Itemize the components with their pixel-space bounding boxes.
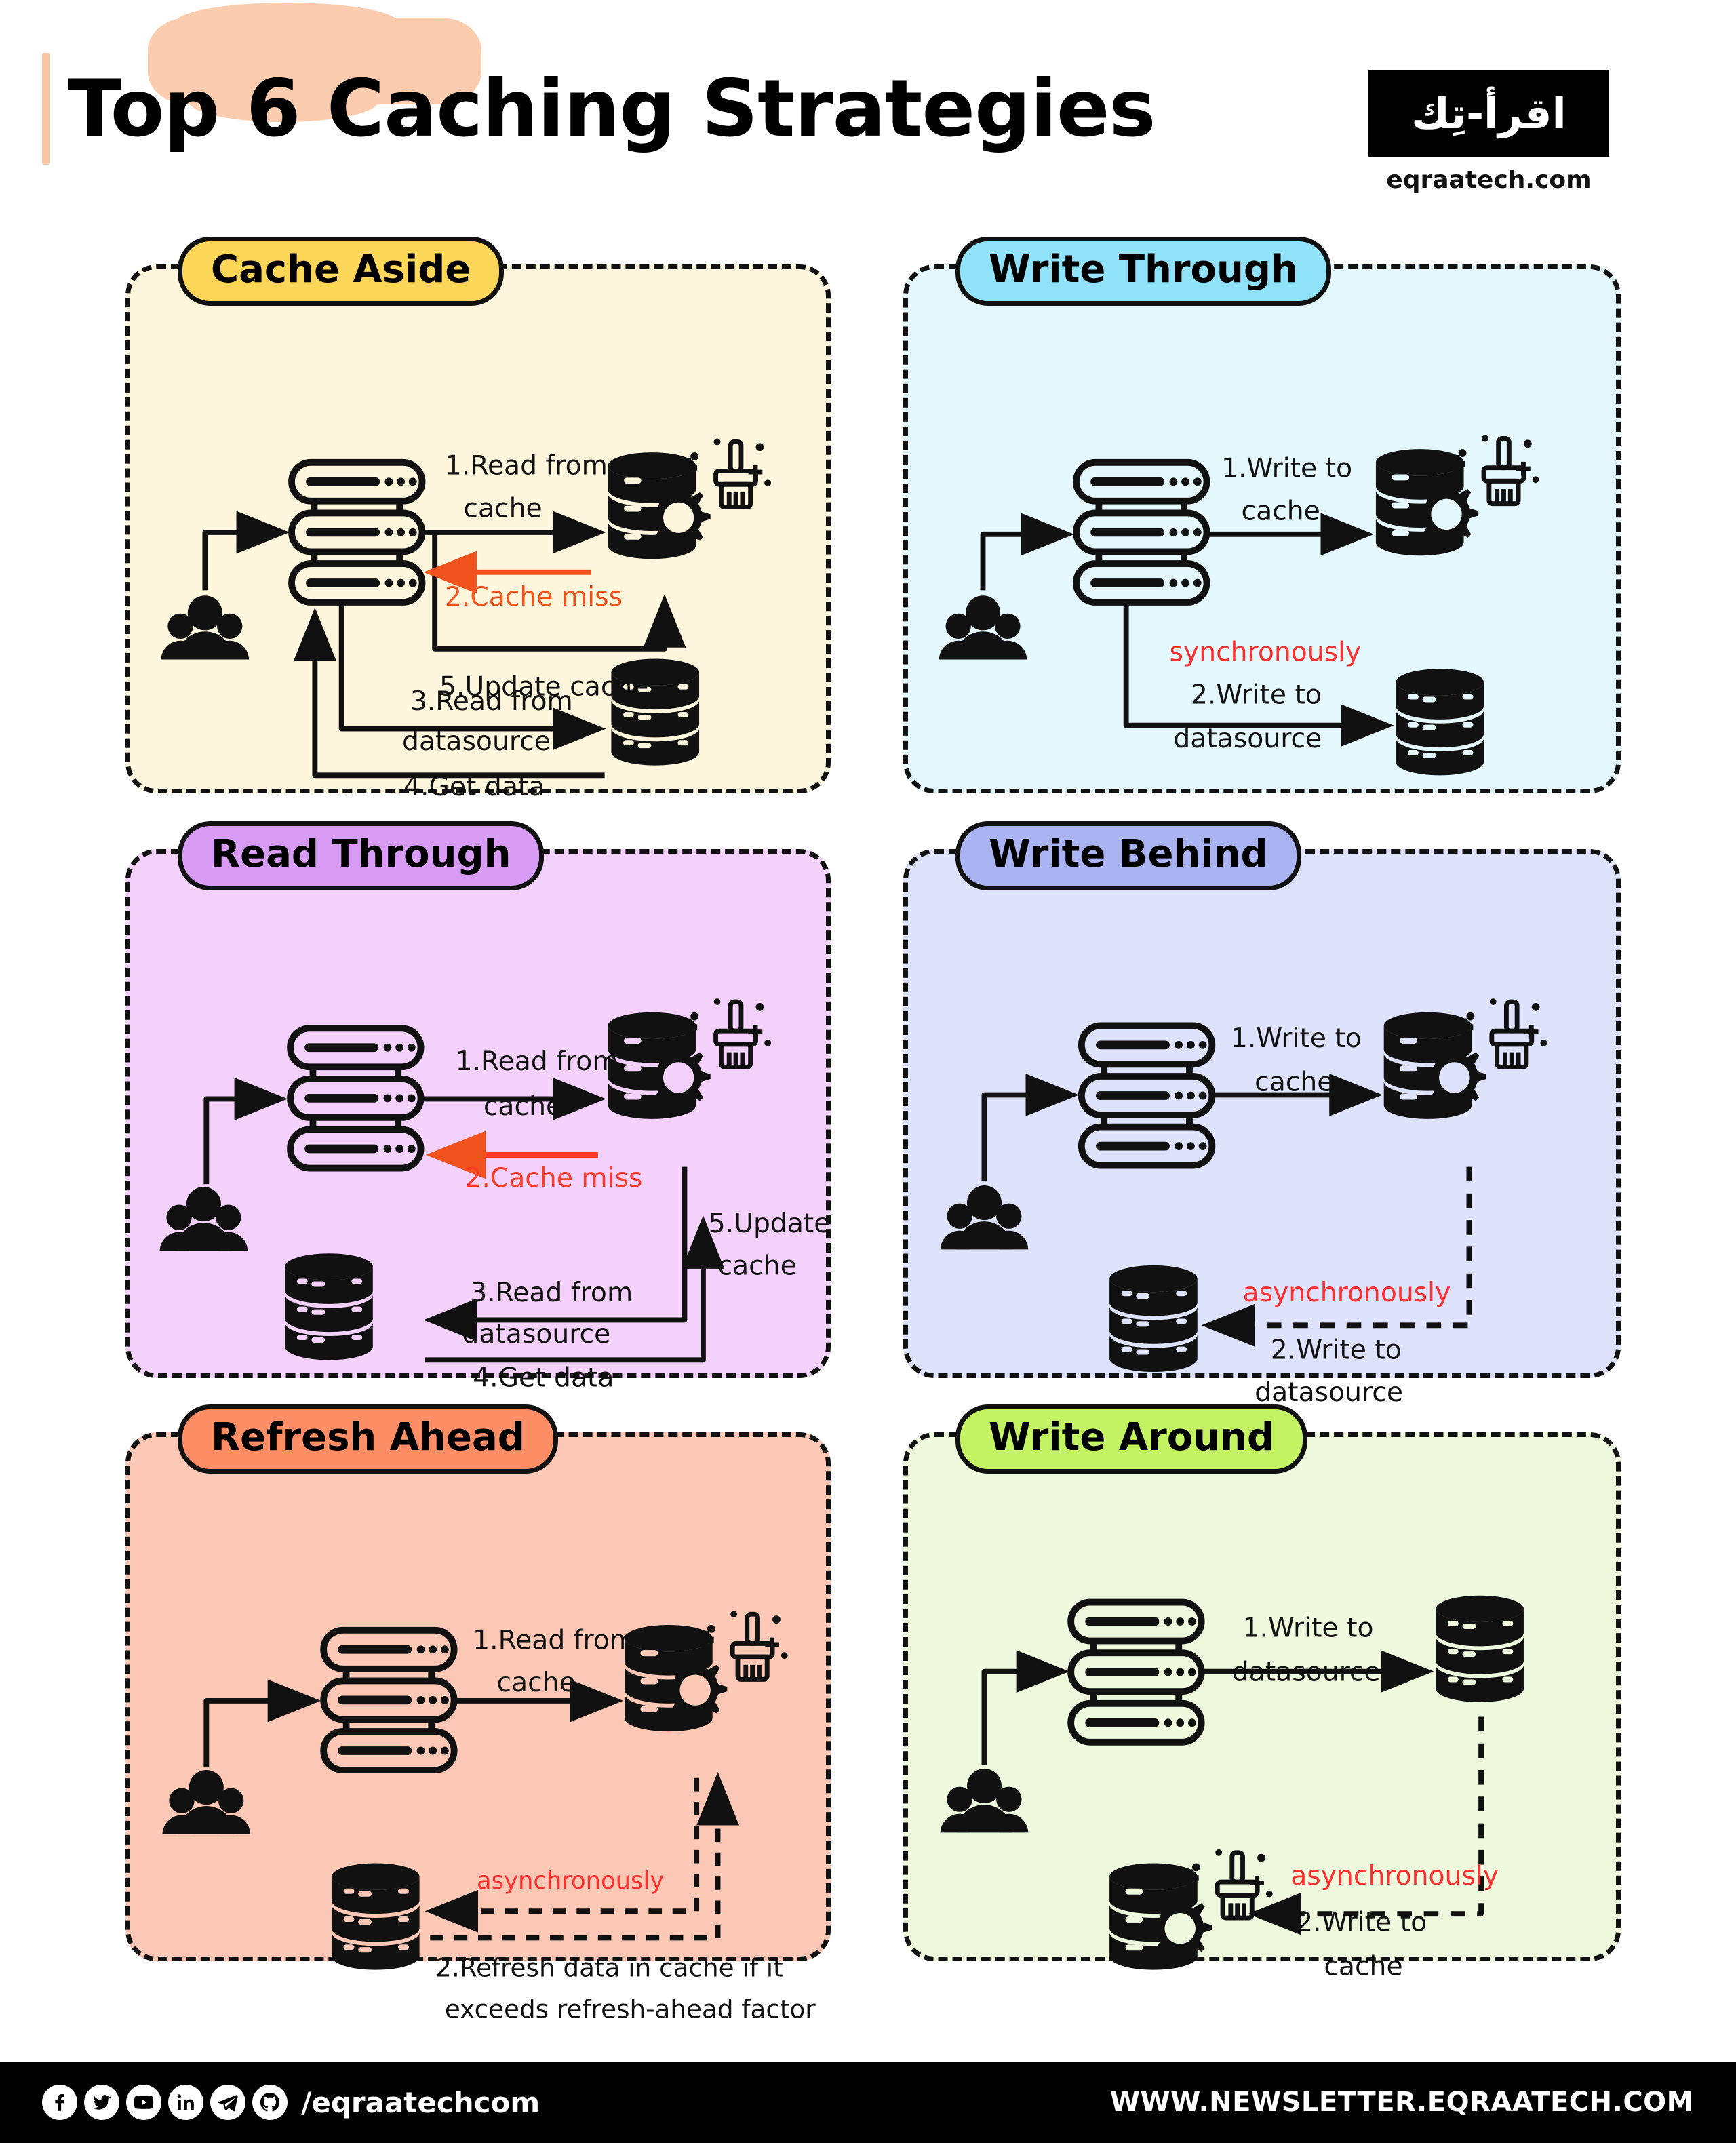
arrow-user-to-server	[981, 1074, 1079, 1182]
step-label: synchronously	[1169, 637, 1361, 667]
step-label: 1.Write to	[1231, 1023, 1362, 1054]
telegram-icon[interactable]	[210, 2085, 245, 2120]
panel-title-cache-aside: Cache Aside	[178, 237, 505, 306]
step-label: 4.Get data	[403, 772, 545, 802]
step-label: 2.Cache miss	[465, 1163, 642, 1194]
step-label: cache	[718, 1251, 797, 1282]
server-icon	[290, 1028, 420, 1168]
step-label: 2.Cache miss	[445, 582, 623, 612]
github-icon[interactable]	[252, 2085, 288, 2120]
panel-title-write-behind: Write Behind	[955, 821, 1301, 890]
diagram-read-through: .dbslot3 rect { fill:#f3d1fb; } .gearhol…	[159, 854, 830, 1394]
step-label: datasource	[462, 1319, 610, 1350]
panel-title-write-through: Write Through	[955, 237, 1331, 306]
step-label: 4.Get data	[473, 1363, 614, 1394]
datasource-db-icon	[285, 1253, 373, 1360]
panel-title-write-around: Write Around	[955, 1404, 1308, 1474]
server-icon	[323, 1630, 454, 1770]
twitter-icon[interactable]	[84, 2085, 119, 2120]
step-label: 5.Update	[709, 1208, 831, 1239]
step-label: exceeds refresh-ahead factor	[445, 1994, 816, 2024]
panel-title-read-through: Read Through	[178, 821, 545, 890]
linkedin-icon[interactable]	[168, 2085, 203, 2120]
step-label: datasource	[1232, 1657, 1381, 1687]
step-label: cache	[1242, 496, 1320, 526]
datasource-db-icon	[1396, 669, 1484, 776]
panel-read-through: Read Through .dbslot3 rect { fill:#f3d1f…	[125, 821, 831, 1394]
step-label: 1.Read from	[445, 450, 608, 481]
datasource-db-icon	[1109, 1265, 1198, 1373]
step-label: 1.Write to	[1221, 453, 1352, 484]
page-title-text: Top 6 Caching Strategies	[68, 62, 1156, 155]
step-label: asynchronously	[1290, 1861, 1499, 1891]
panel-write-behind: Write Behind .dbslot4 rect { fill:#dfe2f…	[903, 821, 1621, 1408]
footer-website[interactable]: WWW.NEWSLETTER.EQRAATECH.COM	[1110, 2087, 1736, 2118]
arrow-user-to-server	[980, 513, 1075, 591]
diagram-write-around: .dbslot6 rect { fill:#eef8dd; } .gearhol…	[940, 1595, 1524, 1982]
title-accent-bar	[42, 53, 50, 165]
datasource-db-icon	[331, 1863, 420, 1970]
brand-logo: اقرأ-تِك	[1368, 70, 1609, 157]
brand-logo-arabic: اقرأ-تِك	[1411, 88, 1566, 138]
footer-handle[interactable]: /eqraatechcom	[301, 2086, 540, 2119]
server-icon	[1082, 1025, 1212, 1165]
server-icon	[1076, 463, 1206, 602]
datasource-db-icon	[1436, 1595, 1524, 1702]
cache-db-icon	[1109, 1849, 1273, 1970]
step-label: 3.Read from	[410, 686, 573, 717]
users-icon	[162, 1770, 251, 1834]
arrow-user-to-server	[203, 1679, 321, 1768]
step-label: 1.Read from	[473, 1625, 635, 1655]
page-footer: /eqraatechcom WWW.NEWSLETTER.EQRAATECH.C…	[0, 2062, 1736, 2143]
step-label: datasource	[402, 726, 551, 757]
diagram-cache-aside: .dbslot rect { fill:#fdf6dd; } .gearhole…	[161, 269, 826, 802]
panel-write-through: Write Through .dbslot2 rect { fill:#e4f7…	[903, 237, 1621, 793]
step-label: 2.Write to	[1296, 1908, 1427, 1938]
step-label: 3.Read from	[470, 1278, 633, 1308]
step-label: cache	[1324, 1951, 1402, 1982]
step-label: cache	[484, 1091, 562, 1122]
arrow-refresh-async-out	[430, 1771, 739, 1941]
server-icon	[292, 463, 422, 602]
page-header: Top 6 Caching Strategies اقرأ-تِك eqraat…	[0, 0, 1736, 203]
users-icon	[161, 595, 250, 660]
users-icon	[159, 1187, 248, 1251]
step-label: 2.Refresh data in cache if it	[435, 1952, 783, 1982]
step-label: asynchronously	[477, 1867, 664, 1895]
step-label: 1.Write to	[1243, 1613, 1374, 1644]
cache-db-icon	[608, 998, 772, 1119]
panel-title-refresh-ahead: Refresh Ahead	[178, 1404, 558, 1474]
step-label: 2.Write to	[1191, 680, 1322, 710]
users-icon	[939, 595, 1027, 660]
facebook-icon[interactable]	[42, 2085, 77, 2120]
brand-website: eqraatech.com	[1386, 166, 1592, 194]
server-icon	[1071, 1603, 1201, 1742]
cache-db-icon	[625, 1611, 788, 1731]
youtube-icon[interactable]	[126, 2085, 161, 2120]
users-icon	[940, 1185, 1029, 1250]
step-label: cache	[1255, 1067, 1333, 1098]
step-label: datasource	[1255, 1377, 1403, 1408]
arrow-user-to-server	[202, 511, 290, 591]
panel-refresh-ahead: Refresh Ahead .dbslot5 rect { fill:#fcc8…	[125, 1404, 831, 2024]
step-label: 2.Write to	[1271, 1335, 1402, 1365]
arrow-user-to-server	[981, 1650, 1070, 1765]
panel-cache-aside: Cache Aside 1.Read from cache 2.Cache mi…	[125, 237, 831, 802]
page-title: Top 6 Caching Strategies	[68, 47, 1156, 170]
diagram-write-through: .dbslot2 rect { fill:#e4f7fd; } .gearhol…	[939, 269, 1616, 776]
panel-write-around: Write Around .dbslot6 rect { fill:#eef8d…	[903, 1404, 1621, 1982]
step-label: cache	[463, 493, 542, 524]
cache-db-icon	[608, 438, 772, 559]
cache-db-icon	[1384, 998, 1547, 1119]
cache-db-icon	[1376, 435, 1539, 556]
diagram-write-behind: .dbslot4 rect { fill:#dfe2fb; } .gearhol…	[940, 854, 1616, 1408]
step-label: 1.Read from	[456, 1046, 618, 1077]
arrow-user-to-server	[203, 1077, 288, 1185]
step-label: datasource	[1173, 724, 1322, 754]
diagram-refresh-ahead: .dbslot5 rect { fill:#fcc8b6; } .gearhol…	[162, 1437, 816, 2024]
users-icon	[940, 1769, 1029, 1833]
footer-social-group: /eqraatechcom	[0, 2085, 540, 2120]
step-label: cache	[496, 1668, 575, 1698]
step-label: asynchronously	[1243, 1278, 1451, 1308]
